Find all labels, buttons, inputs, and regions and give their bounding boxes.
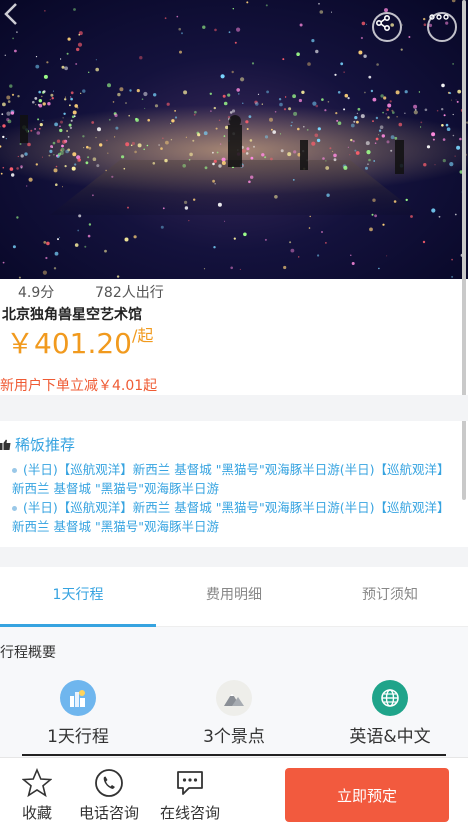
city-icon (60, 680, 96, 716)
recommend-item-text[interactable]: (半日)【巡航观洋】新西兰 基督城 "黑猫号"观海豚半日游(半日)【巡航观洋】新… (12, 500, 449, 534)
back-icon[interactable] (0, 0, 24, 28)
favorite-button[interactable]: 收藏 (22, 768, 52, 823)
bullet-icon (12, 506, 17, 511)
recommend-item[interactable]: (半日)【巡航观洋】新西兰 基督城 "黑猫号"观海豚半日游(半日)【巡航观洋】新… (10, 460, 460, 498)
feature-label: 英语&中文 (349, 727, 431, 747)
book-now-button[interactable]: 立即预定 (285, 768, 449, 822)
chat-icon (177, 771, 203, 795)
price-unit: /起 (131, 326, 154, 345)
bullet-icon (12, 468, 17, 473)
scrollbar[interactable] (462, 0, 466, 500)
overview-title: 行程概要 (0, 645, 56, 661)
price-amount: ￥401.20 (6, 327, 132, 360)
tab-fees[interactable]: 费用明细 (156, 567, 312, 626)
recommend-list: (半日)【巡航观洋】新西兰 基督城 "黑猫号"观海豚半日游(半日)【巡航观洋】新… (10, 460, 460, 536)
star-icon (22, 768, 52, 798)
feature-label: 3个景点 (203, 727, 265, 747)
recommend-title: 稀饭推荐 (0, 434, 75, 455)
thumbs-up-icon (0, 439, 11, 450)
recommend-item-text[interactable]: (半日)【巡航观洋】新西兰 基督城 "黑猫号"观海豚半日游(半日)【巡航观洋】新… (12, 462, 449, 496)
hero-image (0, 0, 468, 279)
starry-room-illustration (0, 0, 468, 279)
online-consult-label: 在线咨询 (160, 804, 221, 822)
tab-bar: 1天行程 费用明细 预订须知 (0, 567, 468, 627)
globe-icon (372, 680, 408, 716)
discount-text: 新用户下单立减￥4.01起 (0, 378, 158, 394)
recommend-label: 稀饭推荐 (15, 436, 76, 454)
traveler-count: 782人出行 (95, 285, 164, 301)
phone-icon (95, 769, 123, 797)
mountain-icon (216, 680, 252, 716)
feature-label: 1天行程 (47, 727, 109, 747)
favorite-label: 收藏 (22, 804, 53, 822)
feature-language: 英语&中文 (312, 680, 468, 747)
product-title: 北京独角兽星空艺术馆 (2, 307, 142, 323)
more-icon[interactable] (427, 12, 457, 42)
online-consult-button[interactable]: 在线咨询 (160, 768, 220, 823)
divider (22, 754, 446, 756)
tab-notice[interactable]: 预订须知 (312, 567, 468, 626)
divider (0, 395, 468, 421)
tab-itinerary[interactable]: 1天行程 (0, 567, 156, 627)
rating: 4.9分 (18, 285, 55, 301)
recommend-item[interactable]: (半日)【巡航观洋】新西兰 基督城 "黑猫号"观海豚半日游(半日)【巡航观洋】新… (10, 498, 460, 536)
share-icon[interactable] (372, 12, 402, 42)
price: ￥401.20 /起 (6, 327, 153, 361)
feature-days: 1天行程 (0, 680, 156, 747)
divider (0, 547, 468, 567)
phone-consult-button[interactable]: 电话咨询 (79, 768, 139, 823)
phone-consult-label: 电话咨询 (79, 804, 140, 822)
feature-spots: 3个景点 (156, 680, 312, 747)
overview-features: 1天行程 3个景点 英语&中文 (0, 680, 468, 747)
bottom-bar: 收藏 电话咨询 在线咨询 立即预定 (0, 757, 468, 833)
